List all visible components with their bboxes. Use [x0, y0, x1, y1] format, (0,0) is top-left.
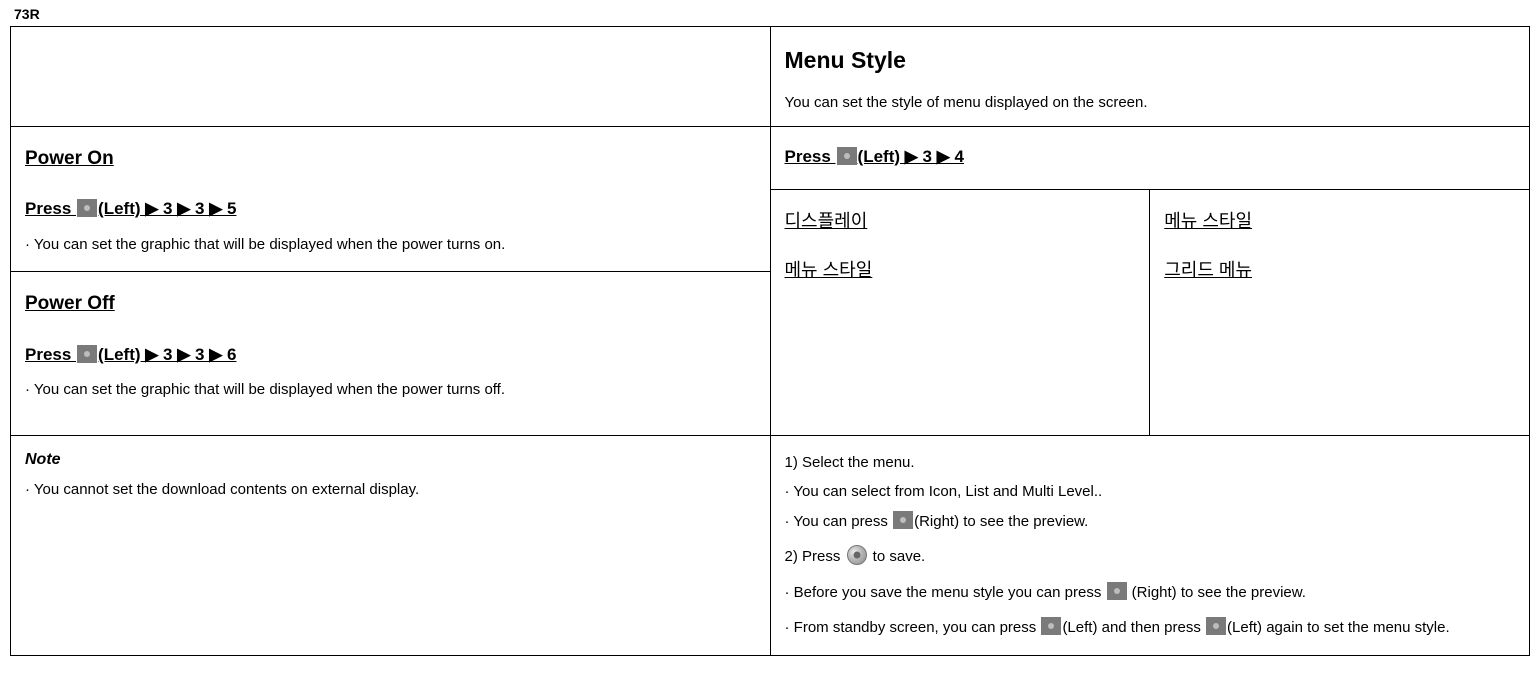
softkey-icon: [1041, 617, 1061, 635]
step-4-post: (Left) again to set the menu style.: [1227, 619, 1450, 636]
step-4: · From standby screen, you can press (Le…: [785, 615, 1516, 641]
step-4-pre: · From standby screen, you can press: [785, 619, 1041, 636]
kor-left-line2: 메뉴 스타일: [785, 255, 1136, 286]
step-1b-post: (Right) to see the preview.: [914, 513, 1088, 530]
cell-kor-right: 메뉴 스타일 그리드 메뉴: [1150, 190, 1530, 435]
cell-note: Note · You cannot set the download conte…: [11, 435, 771, 655]
cell-power-off: Power Off Press (Left) ▶ 3 ▶ 3 ▶ 6 · You…: [11, 272, 771, 436]
power-on-press-line: Press (Left) ▶ 3 ▶ 3 ▶ 5: [25, 195, 756, 224]
step-3-pre: · Before you save the menu style you can…: [785, 584, 1106, 601]
power-off-press-suffix: (Left) ▶ 3 ▶ 3 ▶ 6: [98, 345, 236, 364]
step-3-post: (Right) to see the preview.: [1128, 584, 1306, 601]
softkey-icon: [77, 199, 97, 217]
power-off-heading: Power Off: [25, 288, 756, 320]
note-label: Note: [25, 446, 756, 473]
kor-right-line2: 그리드 메뉴: [1164, 255, 1515, 286]
cell-steps: 1) Select the menu. · You can select fro…: [770, 435, 1530, 655]
menu-style-press-line: Press (Left) ▶ 3 ▶ 4: [785, 143, 1516, 172]
softkey-icon: [893, 511, 913, 529]
menu-style-press-suffix: (Left) ▶ 3 ▶ 4: [858, 147, 964, 166]
layout-table: Menu Style You can set the style of menu…: [10, 26, 1530, 656]
softkey-icon: [837, 147, 857, 165]
power-on-press-prefix: Press: [25, 199, 76, 218]
kor-left-line1: 디스플레이: [785, 206, 1136, 237]
cell-menu-style-header: Menu Style You can set the style of menu…: [770, 27, 1530, 127]
step-2: 2) Press to save.: [785, 544, 1516, 570]
menu-style-title: Menu Style: [785, 41, 1516, 80]
page-label: 73R: [14, 6, 1530, 22]
softkey-icon: [1107, 582, 1127, 600]
cell-empty-top-left: [11, 27, 771, 127]
power-on-press-suffix: (Left) ▶ 3 ▶ 3 ▶ 5: [98, 199, 236, 218]
okkey-icon: [847, 545, 867, 565]
kor-right-line1: 메뉴 스타일: [1164, 206, 1515, 237]
softkey-icon: [1206, 617, 1226, 635]
power-off-press-line: Press (Left) ▶ 3 ▶ 3 ▶ 6: [25, 341, 756, 370]
cell-menu-style-press: Press (Left) ▶ 3 ▶ 4: [770, 126, 1530, 190]
note-body: · You cannot set the download contents o…: [25, 477, 756, 503]
power-on-body: · You can set the graphic that will be d…: [25, 232, 756, 258]
power-on-heading: Power On: [25, 143, 756, 175]
menu-style-subtitle: You can set the style of menu displayed …: [785, 90, 1516, 116]
softkey-icon: [77, 345, 97, 363]
step-2-pre: 2) Press: [785, 548, 845, 565]
step-3: · Before you save the menu style you can…: [785, 580, 1516, 606]
step-4-mid: (Left) and then press: [1062, 619, 1205, 636]
step-1: 1) Select the menu.: [785, 450, 1516, 476]
cell-power-on: Power On Press (Left) ▶ 3 ▶ 3 ▶ 5 · You …: [11, 126, 771, 272]
power-off-body: · You can set the graphic that will be d…: [25, 377, 756, 403]
step-1b: · You can press (Right) to see the previ…: [785, 509, 1516, 535]
step-1b-pre: · You can press: [785, 513, 893, 530]
cell-kor-left: 디스플레이 메뉴 스타일: [770, 190, 1150, 435]
step-1a: · You can select from Icon, List and Mul…: [785, 479, 1516, 505]
step-2-post: to save.: [869, 548, 926, 565]
menu-style-press-prefix: Press: [785, 147, 836, 166]
power-off-press-prefix: Press: [25, 345, 76, 364]
